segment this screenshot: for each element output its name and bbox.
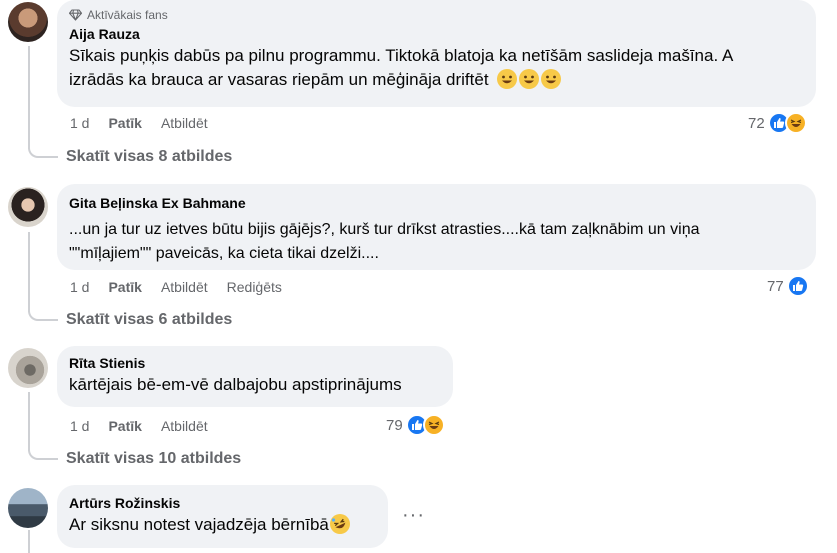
comment-bubble: Gita Beļinska Ex Bahmane ...un ja tur uz… — [57, 184, 816, 270]
avatar[interactable] — [8, 488, 48, 528]
comment-actions: 1 d Patīk Atbildēt — [70, 418, 208, 434]
view-replies-link[interactable]: Skatīt visas 8 atbildes — [66, 148, 232, 166]
comment-text-line: ""mīļajiem"" paveicās, ka cieta tikai dz… — [69, 245, 379, 262]
gem-icon — [69, 9, 82, 21]
top-fan-badge: Aktīvākais fans — [69, 8, 804, 22]
thread-line — [28, 46, 30, 149]
reaction-count: 77 — [767, 277, 784, 295]
comment-text-segment: Ar siksnu notest vajadzēja bērnībā — [69, 515, 329, 534]
comment-author[interactable]: Artūrs Rožinskis — [69, 495, 376, 511]
avatar[interactable] — [8, 348, 48, 388]
comment-text-line: izrādās ka brauca ar vasaras riepām un m… — [69, 68, 804, 92]
comment-time: 1 d — [70, 279, 90, 295]
view-replies-link[interactable]: Skatīt visas 10 atbildes — [66, 450, 241, 468]
comment-bubble: Aktīvākais fans Aija Rauza Sīkais puņķis… — [57, 0, 816, 107]
reaction-summary[interactable]: 77 — [767, 275, 809, 297]
reply-button[interactable]: Atbildēt — [161, 418, 208, 434]
thread-line — [28, 232, 30, 312]
reaction-count: 79 — [386, 416, 403, 434]
comment-actions: 1 d Patīk Atbildēt — [70, 115, 208, 131]
reply-connector — [28, 309, 58, 321]
reaction-summary[interactable]: 79 — [386, 414, 445, 436]
view-replies-row: Skatīt visas 8 atbildes — [28, 146, 232, 166]
view-replies-link[interactable]: Skatīt visas 6 atbildes — [66, 311, 232, 329]
edited-label: Rediģēts — [226, 279, 282, 295]
comment-text: Ar siksnu notest vajadzēja bērnībā — [69, 513, 376, 537]
avatar[interactable] — [8, 2, 48, 42]
avatar[interactable] — [8, 187, 48, 227]
reaction-summary[interactable]: 72 — [748, 112, 807, 134]
view-replies-row: Skatīt visas 10 atbildes — [28, 448, 241, 468]
grin-emoji — [541, 69, 562, 89]
comment-text: Sīkais puņķis dabūs pa pilnu programmu. … — [69, 44, 804, 92]
comment-time: 1 d — [70, 418, 90, 434]
comment-text-line: Sīkais puņķis dabūs pa pilnu programmu. … — [69, 46, 734, 65]
reply-connector — [28, 146, 58, 158]
like-button[interactable]: Patīk — [108, 279, 141, 295]
comment-text: ...un ja tur uz ietves būtu bijis gājējs… — [69, 218, 804, 266]
thread-line — [28, 530, 30, 553]
grin-emoji — [519, 69, 540, 89]
badge-label: Aktīvākais fans — [87, 8, 168, 22]
like-reaction-icon — [786, 275, 809, 297]
like-button[interactable]: Patīk — [108, 115, 141, 131]
comment-text-line: ...un ja tur uz ietves būtu bijis gājējs… — [69, 221, 700, 238]
grin-emoji — [497, 69, 518, 89]
thread-line — [28, 392, 30, 451]
comment-actions: 1 d Patīk Atbildēt Rediģēts — [70, 279, 282, 295]
comment-text-segment: izrādās ka brauca ar vasaras riepām un m… — [69, 70, 489, 89]
comment-author[interactable]: Aija Rauza — [69, 26, 804, 42]
reaction-count: 72 — [748, 114, 765, 132]
comment-author[interactable]: Gita Beļinska Ex Bahmane — [69, 195, 804, 211]
more-dots-icon[interactable]: ··· — [402, 504, 425, 527]
like-button[interactable]: Patīk — [108, 418, 141, 434]
rofl-emoji — [329, 514, 350, 534]
reply-button[interactable]: Atbildēt — [161, 279, 208, 295]
reply-button[interactable]: Atbildēt — [161, 115, 208, 131]
comment-bubble: Rīta Stienis kārtējais bē-em-vē dalbajob… — [57, 346, 453, 407]
comment-author[interactable]: Rīta Stienis — [69, 355, 441, 371]
haha-reaction-icon — [784, 112, 807, 134]
comment-time: 1 d — [70, 115, 90, 131]
view-replies-row: Skatīt visas 6 atbildes — [28, 309, 232, 329]
reply-connector — [28, 448, 58, 460]
comment-bubble: Artūrs Rožinskis Ar siksnu notest vajadz… — [57, 485, 388, 548]
comment-text: kārtējais bē-em-vē dalbajobu apstiprināj… — [69, 375, 402, 394]
haha-reaction-icon — [422, 414, 445, 436]
